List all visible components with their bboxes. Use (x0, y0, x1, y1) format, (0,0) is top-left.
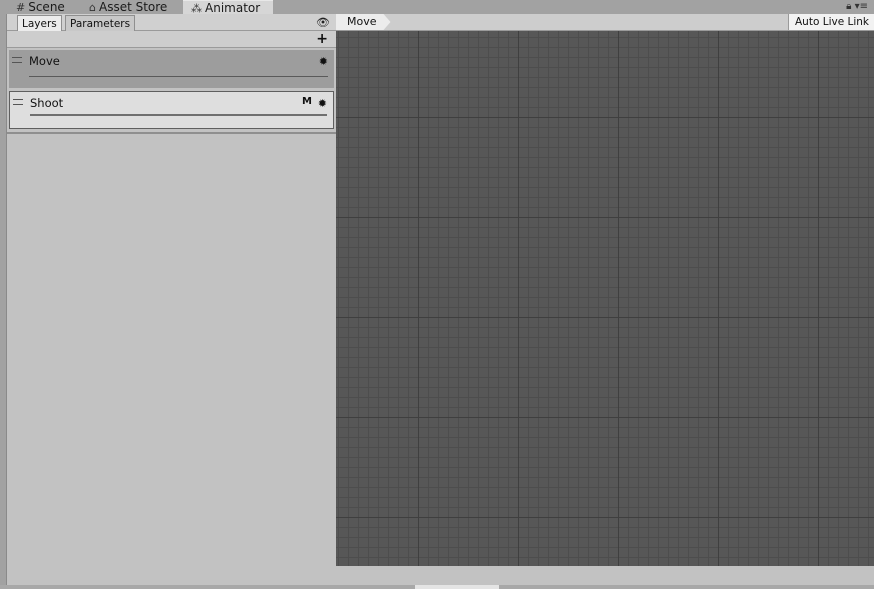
bottom-tab[interactable] (415, 585, 499, 589)
tab-layers[interactable]: Layers (17, 15, 62, 31)
store-icon: ⌂ (89, 1, 96, 14)
drag-handle-icon[interactable] (13, 99, 23, 105)
drag-handle-icon[interactable] (12, 57, 22, 63)
add-layer-button[interactable]: + (316, 31, 328, 47)
layer-weight-bar (30, 114, 327, 116)
tab-parameters[interactable]: Parameters (65, 15, 136, 31)
layer-name: Shoot (30, 96, 64, 110)
breadcrumb[interactable]: Move (336, 14, 391, 30)
state-machine-graph[interactable] (336, 31, 874, 566)
layer-item-shoot[interactable]: Shoot M ✹ (9, 91, 334, 129)
mask-flag: M (302, 96, 312, 107)
window-controls: 🔒︎ ▾≡ (846, 0, 868, 14)
tab-scene[interactable]: # Scene (16, 0, 65, 14)
panel-toolbar: Layers Parameters 👁︎ (7, 14, 336, 31)
gear-icon[interactable]: ✹ (318, 97, 327, 110)
layer-name: Move (29, 54, 60, 68)
graph-toolbar: Move Auto Live Link (336, 14, 874, 31)
gear-icon[interactable]: ✹ (319, 55, 328, 68)
tab-asset-store[interactable]: ⌂ Asset Store (89, 0, 167, 14)
layers-panel: Layers Parameters 👁︎ + Move ✹ Shoot M ✹ (7, 14, 336, 585)
auto-live-link-button[interactable]: Auto Live Link (788, 14, 874, 30)
eye-icon[interactable]: 👁︎ (316, 16, 330, 29)
grid-icon: # (16, 1, 26, 14)
animator-window: Layers Parameters 👁︎ + Move ✹ Shoot M ✹ … (6, 14, 874, 585)
add-layer-row: + (7, 31, 336, 48)
layer-item-move[interactable]: Move ✹ (9, 50, 334, 88)
menu-icon[interactable]: ▾≡ (855, 1, 868, 12)
tab-animator[interactable]: ⁂ Animator (183, 0, 273, 15)
divider (7, 132, 336, 134)
lock-icon[interactable]: 🔒︎ (846, 1, 851, 12)
layer-weight-bar (29, 76, 328, 77)
editor-tab-bar: # Scene ⌂ Asset Store ⁂ Animator 🔒︎ ▾≡ (0, 0, 874, 15)
